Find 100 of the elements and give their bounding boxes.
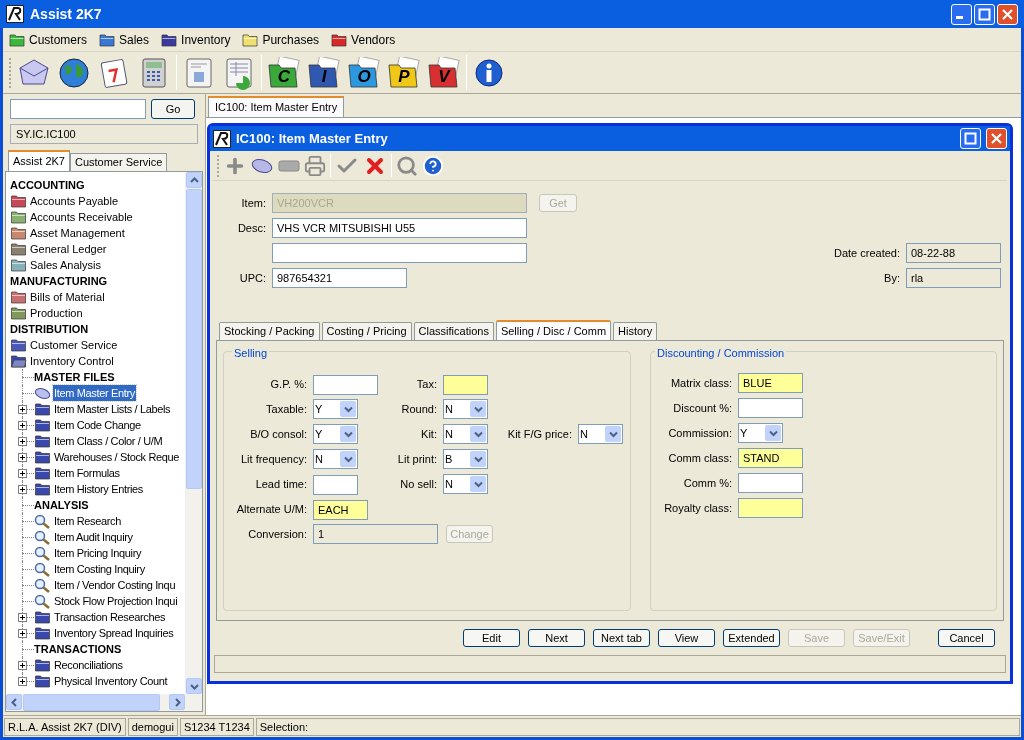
expand-toggle[interactable] [18,453,27,462]
expand-toggle[interactable] [18,469,27,478]
maximize-button[interactable] [974,3,995,25]
expand-toggle[interactable] [18,485,27,494]
text-field[interactable] [738,498,803,518]
minimize-button[interactable] [951,3,972,25]
tab[interactable]: Assist 2K7 [8,150,70,171]
go-button[interactable]: Go [151,99,195,119]
menu-item[interactable]: Purchases [242,30,320,49]
close-button[interactable] [986,128,1007,149]
tree-item[interactable]: Customer Service [30,336,118,354]
tab[interactable]: Costing / Pricing [321,322,412,340]
close-button[interactable] [997,3,1018,25]
text-field[interactable]: BLUE [738,373,803,393]
tree-item[interactable]: Item Code Change [53,416,142,434]
scrollbar-thumb[interactable] [186,189,202,489]
tree-item[interactable]: Reconciliations [53,656,124,674]
menu-item[interactable]: Vendors [331,30,396,49]
tree-item[interactable]: Item Research [53,512,122,530]
scroll-left-button[interactable] [6,694,22,710]
expand-toggle[interactable] [18,661,27,670]
button[interactable]: Next tab [593,629,650,647]
dropdown[interactable]: Y [738,423,783,443]
status-bar-segment: Selection: [255,717,1020,736]
expand-toggle[interactable] [18,421,27,430]
text-field[interactable] [313,475,358,495]
tree-item[interactable]: Item Class / Color / U/M [53,432,164,450]
button[interactable]: Extended [723,629,780,647]
button[interactable]: Cancel [938,629,995,647]
dropdown[interactable]: N [443,399,488,419]
dropdown[interactable]: N [578,424,623,444]
text-field[interactable]: 1 [313,524,438,544]
scrollbar-thumb[interactable] [23,694,160,711]
search-icon[interactable] [396,154,418,177]
tree-item[interactable]: Item Master Entry [53,384,136,402]
maximize-button[interactable] [960,128,981,149]
tree-item[interactable]: Stock Flow Projection Inqui [53,592,179,610]
text-field[interactable] [738,398,803,418]
printer-icon[interactable] [304,154,326,177]
tree-item[interactable]: Transaction Researches [53,608,167,626]
expand-toggle[interactable] [18,405,27,414]
close-icon [1001,7,1014,21]
menu-item[interactable]: Sales [99,30,150,49]
vertical-scrollbar[interactable] [185,172,202,694]
dropdown[interactable]: N [313,449,358,469]
text-field[interactable] [738,473,803,493]
tab[interactable]: Selling / Disc / Comm [495,320,612,340]
tab[interactable]: Customer Service [69,153,168,171]
tree-item[interactable]: Sales Analysis [30,256,101,274]
dropdown[interactable]: N [443,474,488,494]
dropdown[interactable]: Y [313,424,358,444]
tree-item[interactable]: Accounts Payable [30,192,119,210]
text-field[interactable]: 987654321 [272,268,407,288]
tree-item[interactable]: Item Master Lists / Labels [53,400,172,418]
tree-item[interactable]: General Ledger [30,240,107,258]
text-field[interactable] [443,375,488,395]
scroll-right-button[interactable] [169,694,185,710]
tab[interactable]: IC100: Item Master Entry [208,96,345,117]
text-field[interactable]: STAND [738,448,803,468]
dropdown[interactable]: Y [313,399,358,419]
tree-item[interactable]: Inventory Control [30,352,114,370]
tree-item[interactable]: Inventory Spread Inquiries [53,624,175,642]
text-field[interactable]: EACH [313,500,368,520]
tree-item[interactable]: Asset Management [30,224,125,242]
button[interactable]: Next [528,629,585,647]
tab[interactable]: Classifications [413,322,494,340]
ellipse-icon[interactable] [250,156,274,175]
horizontal-scrollbar[interactable] [6,694,202,711]
search-field[interactable] [10,99,146,119]
minus-icon[interactable] [278,159,300,172]
expand-toggle[interactable] [18,677,27,686]
tab[interactable]: History [613,322,658,340]
button[interactable]: View [658,629,715,647]
tree-item[interactable]: Warehouses / Stock Reque [53,448,181,466]
tree-item[interactable]: Item Pricing Inquiry [53,544,143,562]
button[interactable]: Edit [463,629,520,647]
dropdown[interactable]: B [443,449,488,469]
scroll-up-button[interactable] [186,172,202,188]
text-field[interactable] [272,243,527,263]
tree-item[interactable]: Item History Entries [53,480,144,498]
field-label: Item: [240,195,266,211]
tree-item[interactable]: Bills of Material [30,288,105,306]
tree-item[interactable]: Production [30,304,83,322]
menu-item[interactable]: Customers [9,30,87,49]
tree-item[interactable]: Item / Vendor Costing Inqu [53,576,177,594]
dropdown[interactable]: N [443,424,488,444]
expand-toggle[interactable] [18,629,27,638]
help-icon[interactable] [422,154,444,177]
tree-item[interactable]: Physical Inventory Count [53,672,169,690]
menu-item[interactable]: Inventory [161,30,231,49]
tree-item[interactable]: Accounts Receivable [30,208,133,226]
expand-toggle[interactable] [18,437,27,446]
text-field[interactable] [313,375,378,395]
tree-item[interactable]: Item Costing Inquiry [53,560,146,578]
text-field[interactable]: VHS VCR MITSUBISHI U55 [272,218,527,238]
tab[interactable]: Stocking / Packing [219,322,320,340]
tree-item[interactable]: Item Audit Inquiry [53,528,134,546]
tree-item[interactable]: Item Formulas [53,464,121,482]
expand-toggle[interactable] [18,613,27,622]
scroll-down-button[interactable] [186,678,202,694]
